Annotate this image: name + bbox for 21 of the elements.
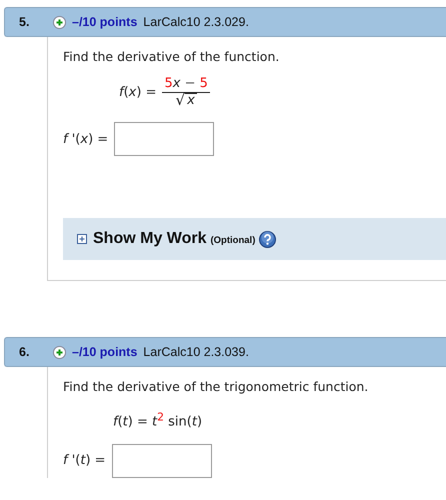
show-my-work-toggle[interactable]: Show My Work	[93, 230, 206, 248]
question-prompt: Find the derivative of the trigonometric function.	[63, 379, 368, 394]
question-prompt: Find the derivative of the function.	[63, 49, 280, 64]
plus-icon[interactable]	[53, 16, 66, 28]
question-source: LarCalc10 2.3.039.	[143, 345, 249, 360]
question-number: 6.	[18, 345, 30, 360]
answer-field[interactable]	[114, 122, 214, 156]
question-number: 5.	[18, 15, 30, 29]
optional-note: (Optional)	[210, 235, 256, 246]
formula-lhs: f(x) =	[119, 84, 156, 100]
answer-label: f '(t) =	[63, 453, 106, 468]
points-link[interactable]: –/10 points	[72, 345, 138, 360]
answer-field[interactable]	[112, 444, 212, 478]
answer-label: f '(x) =	[63, 132, 108, 147]
fraction: 5x − 5 √x	[162, 76, 210, 108]
points-link[interactable]: –/10 points	[72, 15, 138, 29]
expand-icon[interactable]	[77, 234, 87, 244]
question-source: LarCalc10 2.3.029.	[143, 15, 249, 29]
formula: f(t) = t$^{2}$ sin(t)	[113, 410, 202, 430]
plus-icon[interactable]	[53, 346, 66, 359]
help-icon[interactable]	[259, 230, 276, 248]
